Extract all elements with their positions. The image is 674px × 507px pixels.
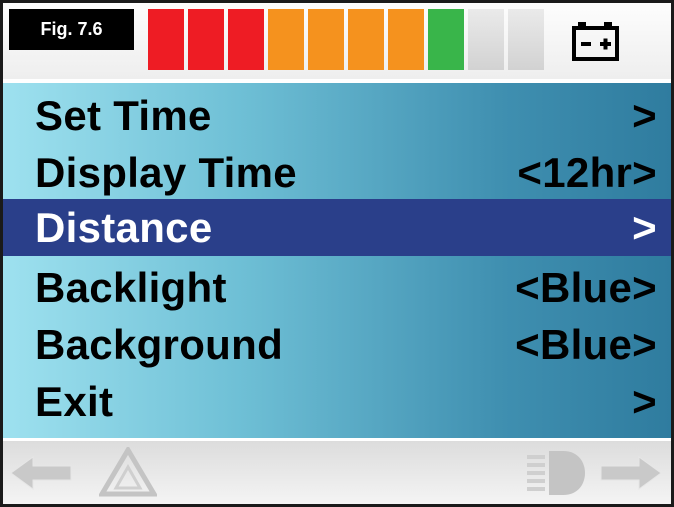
display-screen: Fig. 7.6 Set Time > Display Time <12hr> … — [0, 0, 674, 507]
menu-item-label: Display Time — [35, 149, 297, 196]
menu-item-value: <Blue> — [515, 321, 657, 368]
battery-gauge — [148, 9, 544, 70]
figure-label: Fig. 7.6 — [9, 9, 134, 50]
right-arrow-icon[interactable] — [599, 455, 661, 491]
menu-item-backlight[interactable]: Backlight <Blue> — [3, 259, 671, 316]
battery-segment — [348, 9, 384, 70]
menu-item-label: Distance — [35, 204, 213, 251]
menu-item-set-time[interactable]: Set Time > — [3, 87, 671, 144]
menu-item-background[interactable]: Background <Blue> — [3, 316, 671, 373]
menu-item-label: Backlight — [35, 264, 227, 311]
menu-item-distance[interactable]: Distance > — [3, 199, 671, 256]
menu-item-label: Set Time — [35, 92, 212, 139]
left-arrow-icon[interactable] — [11, 455, 73, 491]
menu-item-label: Background — [35, 321, 284, 368]
menu-item-value: > — [632, 378, 657, 425]
battery-segment — [388, 9, 424, 70]
battery-segment — [188, 9, 224, 70]
menu-item-label: Exit — [35, 378, 114, 425]
settings-menu: Set Time > Display Time <12hr> Distance … — [3, 83, 671, 438]
battery-icon — [572, 22, 619, 61]
battery-segment — [508, 9, 544, 70]
control-bar — [3, 441, 671, 504]
menu-item-display-time[interactable]: Display Time <12hr> — [3, 144, 671, 201]
battery-segment — [428, 9, 464, 70]
battery-segment — [268, 9, 304, 70]
battery-segment — [148, 9, 184, 70]
battery-segment — [228, 9, 264, 70]
status-bar: Fig. 7.6 — [3, 3, 671, 79]
battery-segment — [308, 9, 344, 70]
menu-item-value: <Blue> — [515, 264, 657, 311]
menu-item-value: > — [632, 92, 657, 139]
battery-segment — [468, 9, 504, 70]
hazard-warning-icon[interactable] — [99, 447, 157, 497]
menu-item-value: <12hr> — [517, 149, 657, 196]
menu-item-exit[interactable]: Exit > — [3, 373, 671, 430]
headlight-icon[interactable] — [525, 449, 587, 497]
menu-item-value: > — [632, 204, 657, 251]
